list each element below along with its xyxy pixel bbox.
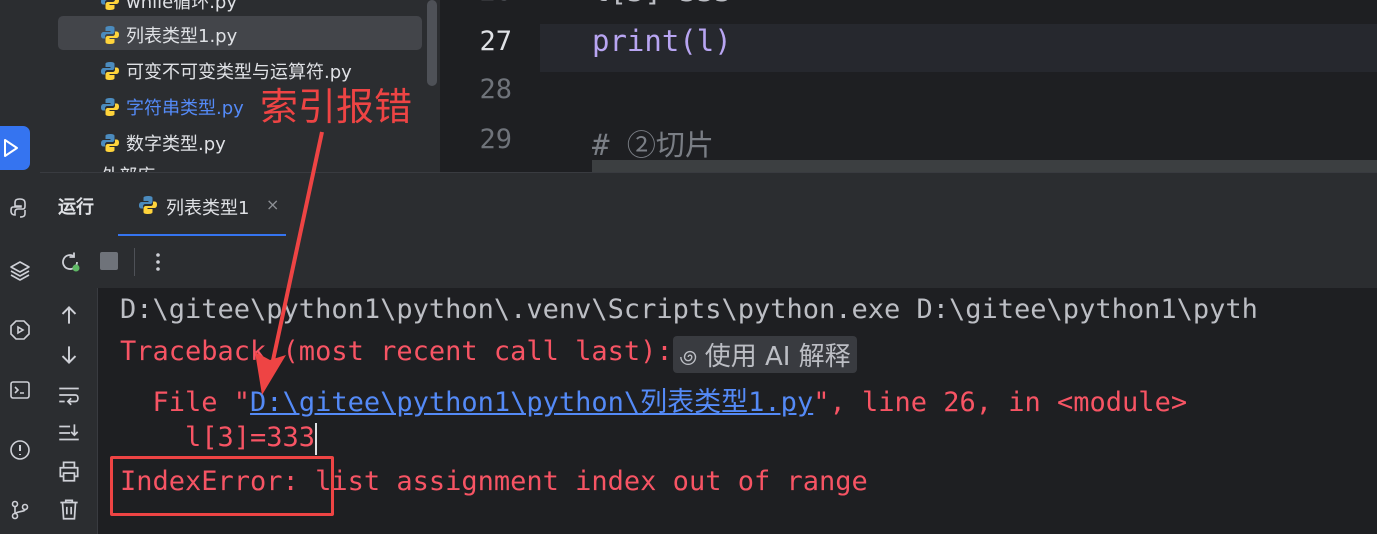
tree-item[interactable]: 字符串类型.py — [100, 90, 244, 124]
line-number-gutter: 26 27 28 29 — [440, 0, 540, 172]
traceback-file-line: File "D:\gitee\python1\python\列表类型1.py",… — [120, 380, 1188, 419]
git-icon[interactable] — [0, 490, 40, 530]
trash-icon[interactable] — [56, 496, 82, 522]
ai-explain-button[interactable]: 使用 AI 解释 — [672, 336, 857, 373]
traceback-header: Traceback (most recent call last): 使用 AI … — [120, 336, 857, 373]
activity-bar — [0, 0, 41, 534]
console-actions-gutter — [40, 288, 98, 534]
python-file-icon — [101, 0, 119, 10]
run-panel-title: 运行 — [58, 197, 94, 218]
line-number: 27 — [479, 26, 512, 57]
python-file-icon — [101, 134, 119, 152]
error-message: list assignment index out of range — [298, 466, 868, 497]
code-editor[interactable]: 26 27 28 29 l[3]=333 print(l) # ②切片 — [440, 0, 1377, 172]
file-path-link[interactable]: D:\gitee\python1\python\列表类型1.py — [250, 387, 813, 418]
tree-item-label: 数字类型.py — [126, 134, 226, 155]
tree-item-label: 外部库 — [101, 162, 155, 172]
close-icon[interactable]: × — [266, 195, 279, 214]
run-panel-header: 运行 列表类型1 × — [40, 172, 1377, 237]
rerun-icon[interactable] — [58, 250, 82, 274]
stop-icon[interactable] — [100, 252, 118, 270]
annotation-label: 索引报错 — [260, 85, 413, 129]
file-prefix: File " — [120, 387, 251, 418]
python-file-icon — [101, 62, 119, 80]
run-tab[interactable]: 列表类型1 × — [118, 173, 286, 237]
tree-item-label: 列表类型1.py — [126, 26, 238, 47]
tree-item[interactable]: while循环.py — [100, 0, 237, 18]
services-icon[interactable] — [0, 310, 40, 350]
python-file-icon — [101, 98, 119, 116]
line-number: 29 — [479, 124, 512, 155]
scroll-to-end-icon[interactable] — [56, 420, 82, 446]
error-code-line: l[3]=333 — [120, 422, 318, 455]
chevron-right-icon[interactable]: › — [80, 165, 87, 173]
tree-item[interactable]: › 外部库 — [80, 158, 155, 173]
code-line[interactable]: print(l) — [592, 24, 732, 58]
text-caret — [315, 422, 318, 455]
command-line: D:\gitee\python1\python\.venv\Scripts\py… — [120, 294, 1258, 325]
tree-item[interactable]: 数字类型.py — [100, 126, 226, 160]
layers-icon[interactable] — [0, 250, 40, 290]
print-icon[interactable] — [56, 458, 82, 484]
run-tab-label: 列表类型1 — [166, 198, 250, 219]
more-icon[interactable] — [146, 250, 170, 274]
code-line[interactable]: # ②切片 — [592, 122, 714, 164]
file-suffix: ", line 26, in <module> — [813, 387, 1188, 418]
annotation-highlight-box — [110, 456, 334, 516]
code-line[interactable]: l[3]=333 — [592, 0, 732, 8]
traceback-text: Traceback (most recent call last): — [120, 336, 673, 367]
ai-explain-label: 使用 AI 解释 — [704, 342, 851, 372]
scroll-down-icon[interactable] — [56, 342, 82, 368]
scroll-up-icon[interactable] — [56, 302, 82, 328]
run-icon[interactable] — [0, 126, 30, 170]
error-code-text: l[3]=333 — [120, 422, 316, 453]
soft-wrap-icon[interactable] — [56, 382, 82, 408]
line-number: 26 — [440, 0, 512, 7]
python-file-icon — [139, 196, 157, 214]
run-toolbar — [40, 236, 1377, 289]
ai-spiral-icon — [679, 350, 696, 365]
tree-item-label: while循环.py — [126, 0, 238, 13]
tree-scrollbar[interactable] — [427, 0, 437, 86]
terminal-icon[interactable] — [0, 370, 40, 410]
line-number: 28 — [479, 74, 512, 105]
tree-item[interactable]: 列表类型1.py — [100, 18, 237, 52]
problems-icon[interactable] — [0, 430, 40, 470]
toolbar-separator — [134, 248, 135, 276]
editor-horizontal-scrollbar[interactable] — [592, 160, 1377, 172]
tree-item-label: 字符串类型.py — [126, 98, 244, 119]
python-file-icon — [101, 26, 119, 44]
python-console-icon[interactable] — [0, 188, 40, 228]
